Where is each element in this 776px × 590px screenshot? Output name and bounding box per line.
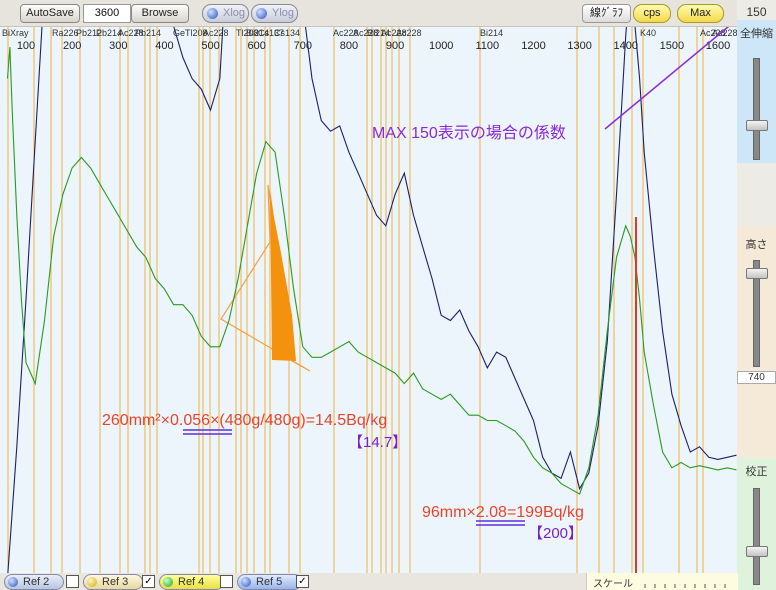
ylog-toggle[interactable]: Ylog bbox=[251, 4, 298, 23]
ref2-label: Ref 2 bbox=[23, 576, 50, 588]
x-tick-label: 800 bbox=[340, 40, 358, 52]
height-value: 740 bbox=[737, 371, 776, 384]
cps-button[interactable]: cps bbox=[633, 4, 671, 23]
x-tick-label: 1100 bbox=[476, 40, 500, 52]
ref5-label: Ref 5 bbox=[256, 576, 283, 588]
zoom-panel: 全伸縮 bbox=[737, 20, 776, 163]
calc2-text: 96mm×2.08=199Bq/kg bbox=[422, 504, 584, 521]
nuclide-label: Cs134 bbox=[274, 28, 300, 38]
x-tick-label: 200 bbox=[63, 40, 81, 52]
ref2-dot-icon bbox=[8, 577, 18, 587]
x-tick-label: 600 bbox=[247, 40, 265, 52]
ref5-dot-icon bbox=[241, 577, 251, 587]
bottom-bar: Ref 2 Ref 3 ✓ Ref 4 Ref 5 ✓ スケール bbox=[0, 573, 738, 590]
ref3-checkbox[interactable]: ✓ bbox=[142, 575, 155, 588]
x-tick-label: 100 bbox=[17, 40, 35, 52]
spectrum-plot[interactable]: 100 200 300 400 500 600 700 800 900 1000 1100 1200 1… bbox=[0, 27, 737, 573]
ref3-label: Ref 3 bbox=[102, 576, 129, 588]
ref5-button[interactable]: Ref 5 bbox=[237, 574, 302, 590]
nuclide-label: BiXray bbox=[2, 28, 29, 38]
nuclide-label: Pb214 bbox=[135, 28, 161, 38]
ylog-radio-icon bbox=[256, 8, 267, 19]
calc1-bracket-text: 【14.7】 bbox=[348, 434, 407, 451]
height-slider-thumb[interactable] bbox=[746, 268, 768, 279]
scale-label: スケール bbox=[593, 579, 633, 590]
calc1-text: 260mm²×0.056×(480g/480g)=14.5Bq/kg bbox=[102, 412, 387, 429]
ref4-button[interactable]: Ref 4 bbox=[159, 574, 224, 590]
line-graph-button[interactable]: 線ｸﾞﾗﾌ bbox=[582, 4, 631, 23]
count-field[interactable]: 3600 bbox=[83, 4, 131, 23]
xlog-radio-icon bbox=[207, 8, 218, 19]
ylog-label: Ylog bbox=[272, 7, 295, 19]
x-tick-label: 500 bbox=[201, 40, 219, 52]
ref3-button[interactable]: Ref 3 bbox=[83, 574, 143, 590]
ref2-checkbox[interactable] bbox=[66, 575, 79, 588]
ref4-checkbox[interactable] bbox=[220, 575, 233, 588]
x-tick-label: 1000 bbox=[429, 40, 453, 52]
ref5-checkbox[interactable]: ✓ bbox=[296, 575, 309, 588]
ref3-dot-icon bbox=[87, 577, 97, 587]
x-tick-label: 1200 bbox=[521, 40, 545, 52]
browse-button[interactable]: Browse bbox=[131, 4, 189, 23]
scale-bar[interactable]: スケール bbox=[586, 573, 738, 590]
nuclide-label: Ac228 bbox=[396, 28, 422, 38]
max-note-text: MAX 150表示の場合の係数 bbox=[372, 124, 566, 142]
calc2-bracket-text: 【200】 bbox=[528, 525, 583, 542]
zoom-label: 全伸縮 bbox=[740, 28, 773, 40]
toolbar: AutoSave 3600 Browse Xlog Ylog 線ｸﾞﾗﾌ cps… bbox=[0, 0, 737, 27]
x-tick-label: 1300 bbox=[567, 40, 591, 52]
x-tick-label: 300 bbox=[109, 40, 127, 52]
calib-slider-track[interactable] bbox=[753, 488, 760, 585]
zoom-slider-track[interactable] bbox=[753, 58, 760, 160]
calib-panel: 校正 bbox=[737, 458, 776, 590]
calib-slider-thumb[interactable] bbox=[746, 546, 768, 557]
height-panel: 高さ 740 bbox=[737, 226, 776, 458]
xlog-label: Xlog bbox=[223, 7, 246, 19]
height-label: 高さ bbox=[745, 239, 768, 251]
calib-label: 校正 bbox=[745, 466, 768, 478]
nuclide-label: Bi214 bbox=[480, 28, 503, 38]
zoom-slider-thumb[interactable] bbox=[746, 120, 768, 131]
autosave-button[interactable]: AutoSave bbox=[20, 4, 80, 23]
x-tick-label: 900 bbox=[386, 40, 404, 52]
nuclide-label: K40 bbox=[640, 28, 656, 38]
ref2-button[interactable]: Ref 2 bbox=[4, 574, 64, 590]
x-tick-label: 400 bbox=[155, 40, 173, 52]
ref4-label: Ref 4 bbox=[178, 576, 205, 588]
max-button[interactable]: Max bbox=[677, 4, 724, 23]
right-sidebar: 150 全伸縮 高さ 740 校正 bbox=[737, 0, 776, 590]
ref4-dot-icon bbox=[163, 577, 173, 587]
x-tick-label: 1500 bbox=[660, 40, 684, 52]
max-value: 150 bbox=[746, 5, 767, 19]
nuclide-label: Ra226 bbox=[52, 28, 79, 38]
scale-ticks bbox=[644, 584, 726, 588]
spectrum-chart: 100 200 300 400 500 600 700 800 900 1000 1100 1200 1… bbox=[2, 27, 737, 573]
xlog-toggle[interactable]: Xlog bbox=[202, 4, 249, 23]
x-tick-label: 700 bbox=[294, 40, 312, 52]
nuclide-label: Ac228 bbox=[203, 28, 229, 38]
